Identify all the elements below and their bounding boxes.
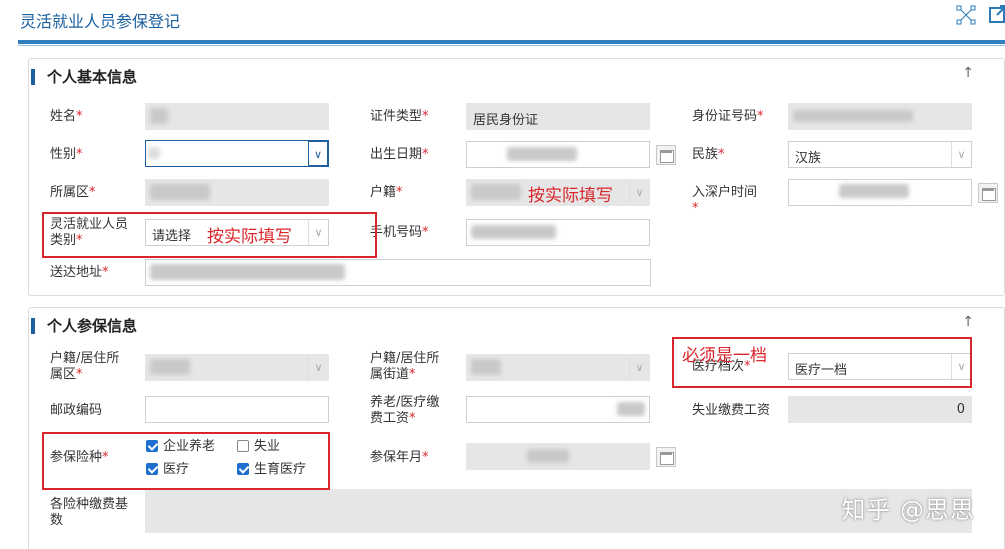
- birth-date-input[interactable]: [466, 141, 650, 168]
- chevron-down-icon[interactable]: ∨: [308, 141, 328, 166]
- title-divider-thin: [18, 45, 1005, 46]
- id-number-label: 身份证号码*: [692, 109, 764, 124]
- chevron-down-icon[interactable]: ∨: [629, 180, 649, 205]
- household-label: 户籍*: [370, 185, 403, 200]
- id-number-field: [788, 103, 972, 130]
- pension-wage-label: 养老/医疗缴 费工资*: [370, 395, 440, 426]
- ethnicity-select[interactable]: 汉族 ∨: [788, 141, 972, 168]
- export-icon[interactable]: [988, 4, 1005, 26]
- chevron-down-icon[interactable]: ∨: [308, 355, 328, 380]
- calendar-icon[interactable]: [656, 145, 676, 165]
- hukou-time-input[interactable]: [788, 179, 972, 206]
- gender-label: 性别*: [50, 147, 83, 162]
- unemployment-wage-field: 0: [788, 396, 972, 423]
- calendar-icon[interactable]: [656, 447, 676, 467]
- section-title: 个人参保信息: [47, 317, 138, 335]
- annotation-fill-actual: 按实际填写: [207, 227, 292, 247]
- unemployment-wage-label: 失业缴费工资: [692, 403, 771, 418]
- section-header: 个人参保信息 ↑: [29, 308, 1004, 338]
- id-type-label: 证件类型*: [370, 109, 429, 124]
- watermark: 知乎 @思思: [841, 496, 975, 524]
- section-title: 个人基本信息: [47, 68, 138, 86]
- address-input[interactable]: [145, 259, 651, 286]
- name-label: 姓名*: [50, 109, 83, 124]
- ethnicity-label: 民族*: [692, 147, 725, 162]
- address-label: 送达地址*: [50, 265, 109, 280]
- hukou-time-label: 入深户时间 *: [692, 185, 758, 216]
- collapse-arrow-icon[interactable]: ↑: [962, 65, 974, 81]
- district-label: 所属区*: [50, 185, 96, 200]
- birth-date-label: 出生日期*: [370, 147, 429, 162]
- insured-month-field: [466, 443, 650, 470]
- reg-street-select[interactable]: ∨: [466, 354, 650, 381]
- connect-nodes-icon[interactable]: [955, 4, 977, 26]
- pension-wage-input[interactable]: [466, 396, 650, 423]
- section-marker: [31, 69, 35, 85]
- collapse-arrow-icon[interactable]: ↑: [962, 314, 974, 330]
- chevron-down-icon[interactable]: ∨: [629, 355, 649, 380]
- annotation-box-insurance-types: [42, 432, 330, 490]
- postcode-label: 邮政编码: [50, 403, 103, 418]
- name-field: [145, 103, 329, 130]
- postcode-input[interactable]: [145, 396, 329, 423]
- section-header: 个人基本信息 ↑: [29, 59, 1004, 89]
- section-marker: [31, 318, 35, 334]
- annotation-fill-actual-household: 按实际填写: [528, 186, 613, 206]
- calendar-icon[interactable]: [978, 183, 998, 203]
- annotation-must-level1: 必须是一档: [682, 346, 767, 366]
- district-field: [145, 179, 329, 206]
- phone-input[interactable]: [466, 219, 650, 246]
- id-type-field: 居民身份证: [466, 103, 650, 130]
- chevron-down-icon[interactable]: ∨: [951, 142, 971, 167]
- reg-district-label: 户籍/居住所 属区*: [50, 351, 120, 382]
- reg-district-select[interactable]: ∨: [145, 354, 329, 381]
- insured-month-label: 参保年月*: [370, 450, 429, 465]
- reg-street-label: 户籍/居住所 属街道*: [370, 351, 440, 382]
- title-bar: 灵活就业人员参保登记: [0, 0, 1005, 42]
- gender-select[interactable]: ∨: [145, 140, 329, 167]
- page-title: 灵活就业人员参保登记: [20, 12, 181, 31]
- contribution-base-label: 各险种缴费基数: [50, 497, 129, 528]
- ethnicity-value: 汉族: [795, 151, 822, 166]
- title-divider: [18, 40, 1005, 44]
- phone-label: 手机号码*: [370, 225, 429, 240]
